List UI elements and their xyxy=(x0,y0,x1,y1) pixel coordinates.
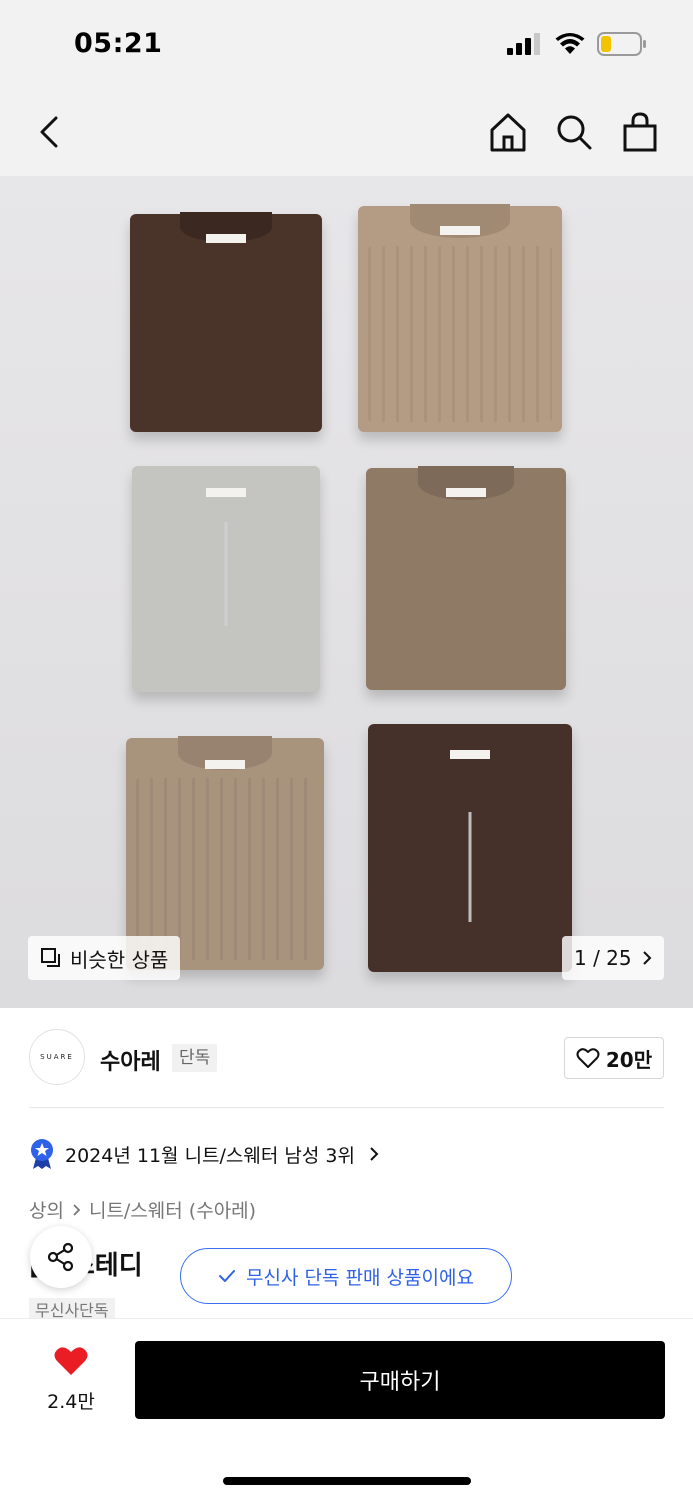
image-counter[interactable]: 1 / 25 xyxy=(562,936,664,980)
toast-text: 무신사 단독 판매 상품이에요 xyxy=(246,1266,474,1289)
back-icon[interactable] xyxy=(34,112,68,152)
similar-products-label: 비슷한 상품 xyxy=(70,947,169,972)
breadcrumb: 상의 니트/스웨터 (수아레) xyxy=(29,1196,256,1223)
exclusive-toast: 무신사 단독 판매 상품이에요 xyxy=(180,1248,512,1304)
status-icons xyxy=(507,32,647,56)
ranking-badge-icon xyxy=(31,1139,53,1169)
check-icon xyxy=(219,1270,236,1282)
share-icon xyxy=(47,1242,74,1272)
chevron-right-icon xyxy=(73,1203,81,1216)
brand-row: SUARE 수아레 단독 20만 xyxy=(0,1008,693,1108)
heart-filled-icon xyxy=(54,1347,88,1375)
share-button[interactable] xyxy=(30,1226,92,1288)
sweater-taupe-crew xyxy=(366,466,566,690)
heart-outline-icon xyxy=(576,1048,600,1068)
home-icon[interactable] xyxy=(489,110,527,154)
search-icon[interactable] xyxy=(555,110,593,154)
nav-actions xyxy=(489,110,659,154)
sweater-dark-brown-zip-polo xyxy=(368,724,572,972)
breadcrumb-level1[interactable]: 상의 xyxy=(29,1196,64,1223)
shopping-bag-icon[interactable] xyxy=(621,110,659,154)
status-time: 05:21 xyxy=(74,28,163,59)
product-image-gallery[interactable] xyxy=(0,176,693,1008)
brand-like-button[interactable]: 20만 xyxy=(564,1037,664,1079)
brand-like-count: 20만 xyxy=(605,1047,653,1072)
home-indicator xyxy=(223,1477,471,1485)
chevron-right-icon xyxy=(642,951,652,965)
sweater-beige-cable-crew xyxy=(358,204,562,432)
copy-icon xyxy=(41,948,60,967)
ranking-text: 2024년 11월 니트/스웨터 남성 3위 xyxy=(65,1144,355,1167)
product-like-count: 2.4만 xyxy=(47,1391,95,1413)
sweater-light-gray-zip-polo xyxy=(132,466,320,692)
signal-icon xyxy=(507,33,540,55)
brand-name[interactable]: 수아레 xyxy=(100,1044,161,1076)
bottom-action-bar: 2.4만 구매하기 xyxy=(0,1318,693,1500)
battery-icon xyxy=(597,32,646,56)
brand-exclusive-badge: 단독 xyxy=(172,1044,218,1072)
nav-bar xyxy=(0,90,693,176)
image-counter-text: 1 / 25 xyxy=(574,946,632,970)
ranking-link[interactable]: 2024년 11월 니트/스웨터 남성 3위 xyxy=(29,1137,379,1171)
divider xyxy=(29,1107,664,1108)
status-bar: 05:21 xyxy=(0,0,693,90)
buy-button[interactable]: 구매하기 xyxy=(135,1341,665,1419)
wifi-icon xyxy=(555,33,585,54)
sweater-dark-brown-crew xyxy=(130,212,322,432)
brand-logo[interactable]: SUARE xyxy=(29,1029,85,1085)
chevron-right-icon xyxy=(370,1147,379,1161)
similar-products-button[interactable]: 비슷한 상품 xyxy=(28,936,181,980)
breadcrumb-level2[interactable]: 니트/스웨터 (수아레) xyxy=(89,1196,256,1223)
product-like-button[interactable]: 2.4만 xyxy=(36,1345,106,1414)
